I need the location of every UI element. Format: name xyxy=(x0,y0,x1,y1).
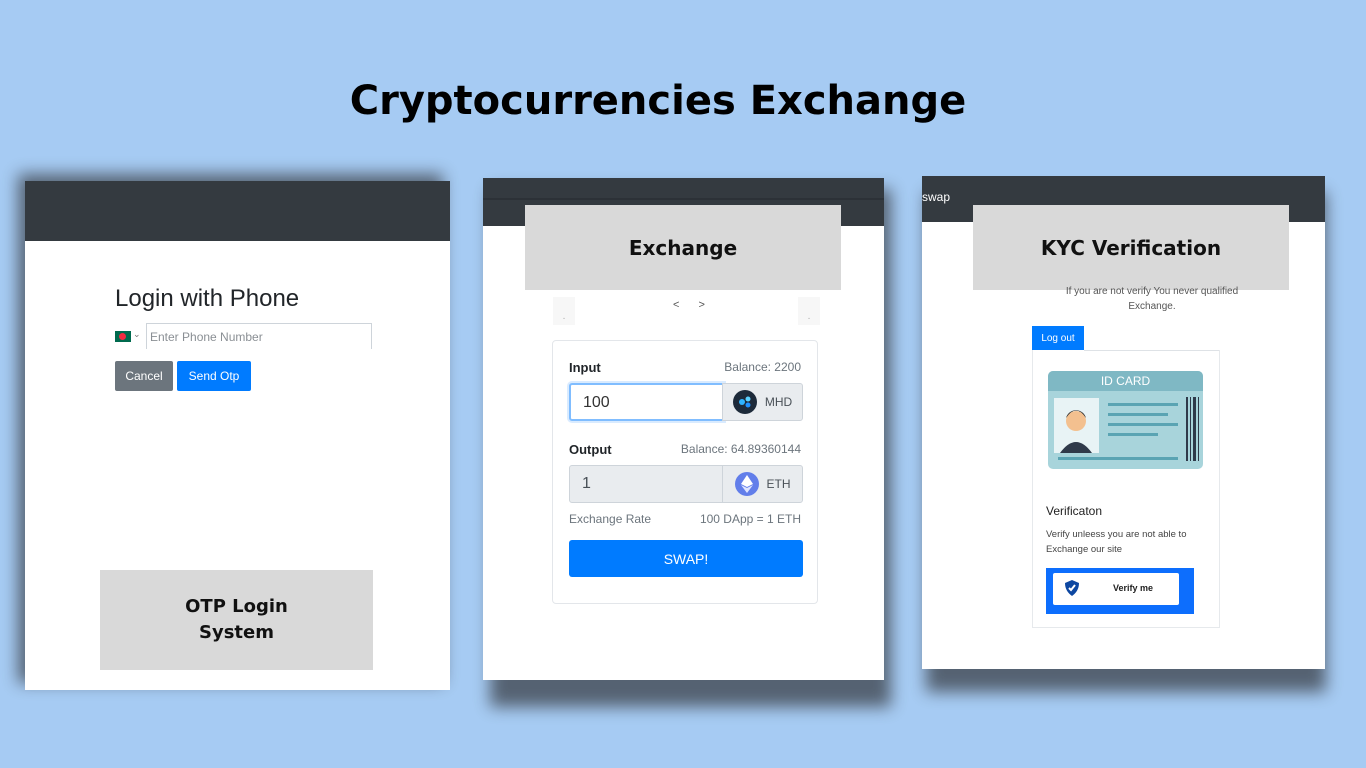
input-token-addon: MHD xyxy=(722,383,803,421)
output-balance: Balance: 64.89360144 xyxy=(680,442,801,456)
exchange-rate-value: 100 DApp = 1 ETH xyxy=(699,512,801,526)
caption-text: OTP Login System xyxy=(185,596,288,643)
pager[interactable]: < > xyxy=(673,299,713,311)
kyc-notice: If you are not verify You never qualifie… xyxy=(1065,286,1239,312)
verify-me-button[interactable]: Verify me xyxy=(1046,568,1194,614)
output-token-symbol: ETH xyxy=(766,477,791,491)
otp-login-panel: Login with Phone ⌄ Enter Phone Number Ca… xyxy=(25,181,450,690)
output-label: Output xyxy=(569,442,612,457)
send-otp-button[interactable]: Send Otp xyxy=(177,361,251,391)
id-card-label: ID CARD xyxy=(1100,374,1151,388)
mhd-coin-icon xyxy=(732,390,757,414)
verify-button-inner[interactable]: Verify me xyxy=(1053,573,1179,605)
output-amount-field: 1 xyxy=(569,465,724,503)
panel-caption: Exchange xyxy=(525,205,841,290)
page-title: Cryptocurrencies Exchange xyxy=(349,78,967,124)
swap-nav-link[interactable]: swap xyxy=(922,190,950,204)
panel-caption: OTP Login System xyxy=(100,570,373,670)
verify-me-label: Verify me xyxy=(1113,583,1154,593)
exchange-rate-label: Exchange Rate xyxy=(569,512,652,526)
phone-number-input[interactable]: Enter Phone Number xyxy=(146,323,372,349)
next-button[interactable]: . xyxy=(798,297,820,325)
input-balance: Balance: 2200 xyxy=(724,360,801,374)
shield-icon xyxy=(1063,579,1081,602)
swap-button[interactable]: SWAP! xyxy=(569,540,803,577)
chevron-down-icon[interactable]: ⌄ xyxy=(133,329,141,340)
kyc-card: ID CARD Verificaton Verify unleess you a… xyxy=(1032,350,1220,628)
navbar xyxy=(25,181,450,241)
kyc-panel: swap KYC Verification If you are not ver… xyxy=(922,176,1325,669)
login-title: Login with Phone xyxy=(115,285,300,312)
verification-title: Verificaton xyxy=(1046,504,1103,518)
exchange-panel: Exchange . < > . Input Balance: 2200 100… xyxy=(483,178,884,680)
logout-tab[interactable]: Log out xyxy=(1032,326,1084,350)
ethereum-icon xyxy=(734,472,759,496)
id-card-illustration: ID CARD xyxy=(1048,371,1203,469)
output-token-addon: ETH xyxy=(722,465,803,503)
navbar-divider xyxy=(483,198,884,200)
input-label: Input xyxy=(569,360,601,375)
input-token-symbol: MHD xyxy=(764,395,793,409)
swap-card: Input Balance: 2200 100 MHD Output Balan… xyxy=(552,340,818,604)
prev-button[interactable]: . xyxy=(553,297,575,325)
cancel-button[interactable]: Cancel xyxy=(115,361,173,391)
bangladesh-flag-icon[interactable] xyxy=(115,331,131,342)
panel-caption: KYC Verification xyxy=(973,205,1289,290)
verification-text: Verify unleess you are not able to Excha… xyxy=(1046,529,1187,555)
input-amount-field[interactable]: 100 xyxy=(569,383,724,421)
